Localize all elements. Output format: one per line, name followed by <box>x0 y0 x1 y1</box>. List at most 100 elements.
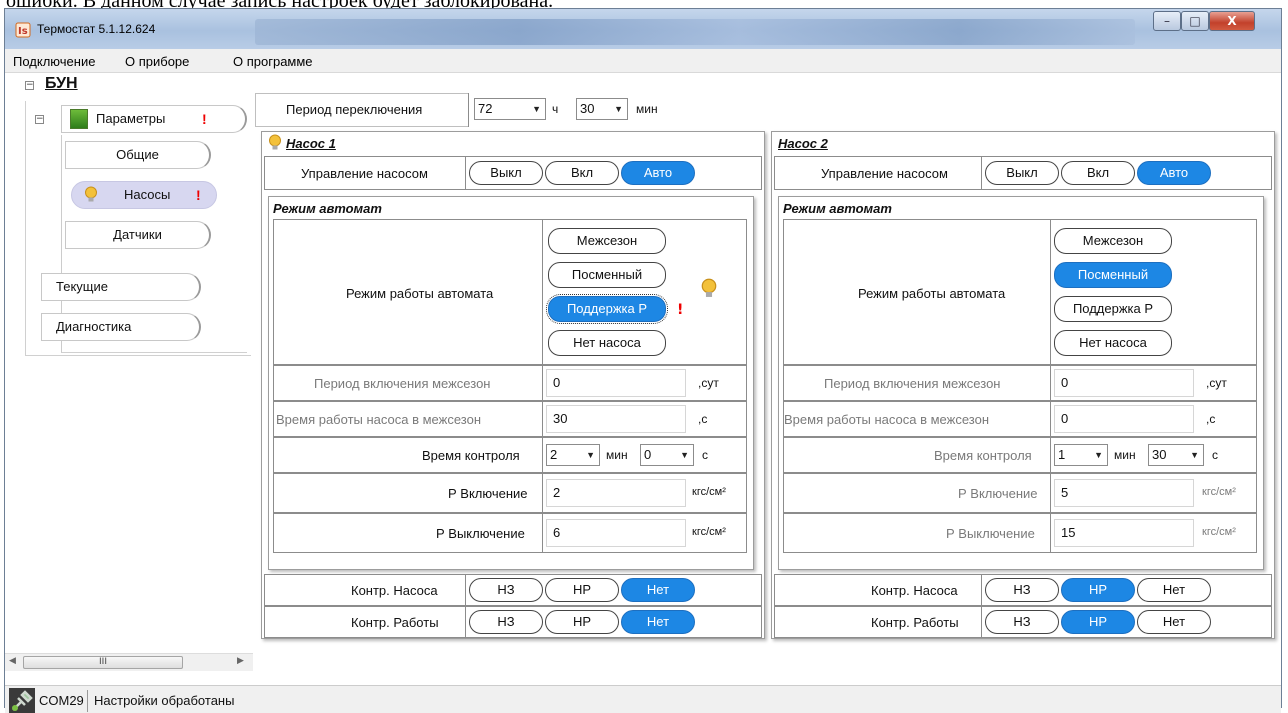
title-bar[interactable]: Is Термостат 5.1.12.624 – □ X <box>5 9 1281 49</box>
menu-bar: Подключение О приборе О программе <box>5 49 1281 73</box>
pumps-error-mark: ! <box>196 187 201 203</box>
pump2-control-time-min-select[interactable]: 1 ▼ <box>1054 444 1108 466</box>
pump1-contr-pump-no[interactable]: НР <box>545 578 619 602</box>
pump2-control-time-sec-select[interactable]: 30 ▼ <box>1148 444 1204 466</box>
navigation-tree: − БУН − Параметры ! Общие Насосы ! Датчи… <box>5 73 253 653</box>
tree-item-general[interactable]: Общие <box>65 141 211 169</box>
status-message: Настройки обработаны <box>94 693 235 708</box>
pump2-control-on[interactable]: Вкл <box>1061 161 1135 185</box>
status-port: COM29 <box>39 693 84 708</box>
tree-item-current[interactable]: Текущие <box>41 273 201 301</box>
pump2-contr-pump-none[interactable]: Нет <box>1137 578 1211 602</box>
pump2-contr-pump-no[interactable]: НР <box>1061 578 1135 602</box>
pump1-auto-group: Режим автомат Режим работы автомата Межс… <box>268 196 754 570</box>
pump1-runtime-input[interactable]: 30 <box>546 405 686 433</box>
thermostat-app-icon: Is <box>15 22 31 38</box>
pump1-contr-pump-none[interactable]: Нет <box>621 578 695 602</box>
pump1-period-row: Период включения межсезон 0 ,сут <box>273 365 747 401</box>
pump1-contr-work-no[interactable]: НР <box>545 610 619 634</box>
scroll-right-arrow-icon[interactable]: ▶ <box>237 656 244 666</box>
tree-item-pumps[interactable]: Насосы ! <box>71 181 217 209</box>
pump2-control-off[interactable]: Выкл <box>985 161 1059 185</box>
tree-item-diagnostics[interactable]: Диагностика <box>41 313 201 341</box>
pump2-p-on-row: Р Включение 5 кгс/см² <box>783 473 1257 513</box>
pump1-mode-error-mark: ! <box>677 302 684 318</box>
pump1-contr-work-none[interactable]: Нет <box>621 610 695 634</box>
pump1-group: Насос 1 Управление насосом Выкл Вкл Авто… <box>261 131 765 639</box>
switch-period-hours-select[interactable]: 72 ▼ <box>474 98 546 120</box>
pump1-contr-work-row: Контр. Работы НЗ НР Нет <box>264 606 762 638</box>
pump1-mode-row: Режим работы автомата Межсезон Посменный… <box>273 219 747 365</box>
pump1-mode-no-pump[interactable]: Нет насоса <box>548 330 666 356</box>
scroll-left-arrow-icon[interactable]: ◀ <box>9 656 16 666</box>
connection-plug-icon <box>9 688 35 713</box>
status-bar: COM29 Настройки обработаны <box>5 685 1281 713</box>
pump2-runtime-input[interactable]: 0 <box>1054 405 1194 433</box>
pump2-title: Насос 2 <box>778 136 828 151</box>
pump1-p-off-input[interactable]: 6 <box>546 519 686 547</box>
pump2-mode-shift[interactable]: Посменный <box>1054 262 1172 288</box>
tree-collapse-root-icon[interactable]: − <box>25 81 34 90</box>
pump2-auto-group: Режим автомат Режим работы автомата Межс… <box>778 196 1264 570</box>
pump1-control-time-row: Время контроля 2 ▼ мин 0 ▼ с <box>273 437 747 473</box>
tree-horizontal-scrollbar[interactable]: ◀ III ▶ <box>5 653 253 671</box>
pump2-contr-pump-row: Контр. Насоса НЗ НР Нет <box>774 574 1272 606</box>
tree-item-sensors[interactable]: Датчики <box>65 221 211 249</box>
pump2-control-auto[interactable]: Авто <box>1137 161 1211 185</box>
tree-collapse-params-icon[interactable]: − <box>35 115 44 124</box>
pump2-contr-work-nc[interactable]: НЗ <box>985 610 1059 634</box>
menu-connection[interactable]: Подключение <box>13 54 95 69</box>
pump2-contr-work-row: Контр. Работы НЗ НР Нет <box>774 606 1272 638</box>
pump2-mode-pressure-support[interactable]: Поддержка Р <box>1054 296 1172 322</box>
minimize-button[interactable]: – <box>1153 11 1181 31</box>
maximize-button[interactable]: □ <box>1181 11 1209 31</box>
pump1-p-on-row: Р Включение 2 кгс/см² <box>273 473 747 513</box>
pump2-contr-pump-nc[interactable]: НЗ <box>985 578 1059 602</box>
pump2-control-row: Управление насосом Выкл Вкл Авто <box>774 156 1272 190</box>
pump2-period-row: Период включения межсезон 0 ,сут <box>783 365 1257 401</box>
pump2-period-input[interactable]: 0 <box>1054 369 1194 397</box>
pump1-period-input[interactable]: 0 <box>546 369 686 397</box>
close-button[interactable]: X <box>1209 11 1255 31</box>
client-area: − БУН − Параметры ! Общие Насосы ! Датчи… <box>5 73 1281 713</box>
menu-about-program[interactable]: О программе <box>233 54 313 69</box>
pump1-control-time-min-select[interactable]: 2 ▼ <box>546 444 600 466</box>
pump1-runtime-row: Время работы насоса в межсезон 30 ,с <box>273 401 747 437</box>
pump1-mode-shift[interactable]: Посменный <box>548 262 666 288</box>
pump1-mode-pressure-support[interactable]: Поддержка Р <box>546 294 668 324</box>
pump2-group: Насос 2 Управление насосом Выкл Вкл Авто… <box>771 131 1275 639</box>
scrollbar-thumb[interactable]: III <box>23 656 183 669</box>
tree-item-parameters[interactable]: Параметры ! <box>61 105 247 133</box>
window-title: Термостат 5.1.12.624 <box>37 22 156 36</box>
pump2-auto-title: Режим автомат <box>783 201 892 216</box>
bulb-icon <box>85 186 97 202</box>
pump1-bulb-icon <box>269 134 281 150</box>
pump1-title: Насос 1 <box>286 136 336 151</box>
svg-text:Is: Is <box>18 26 28 37</box>
pump1-p-on-input[interactable]: 2 <box>546 479 686 507</box>
pump2-p-on-input[interactable]: 5 <box>1054 479 1194 507</box>
pump1-contr-work-nc[interactable]: НЗ <box>469 610 543 634</box>
pump2-mode-no-pump[interactable]: Нет насоса <box>1054 330 1172 356</box>
pump1-contr-pump-nc[interactable]: НЗ <box>469 578 543 602</box>
pump2-p-off-row: Р Выключение 15 кгс/см² <box>783 513 1257 553</box>
pump1-control-off[interactable]: Выкл <box>469 161 543 185</box>
menu-about-device[interactable]: О приборе <box>125 54 189 69</box>
pump1-p-off-row: Р Выключение 6 кгс/см² <box>273 513 747 553</box>
parameters-icon <box>70 109 88 129</box>
switch-period-minutes-select[interactable]: 30 ▼ <box>576 98 628 120</box>
pump2-contr-work-none[interactable]: Нет <box>1137 610 1211 634</box>
pump1-contr-pump-row: Контр. Насоса НЗ НР Нет <box>264 574 762 606</box>
tree-root-label[interactable]: БУН <box>45 75 78 93</box>
pump2-p-off-input[interactable]: 15 <box>1054 519 1194 547</box>
pump1-auto-title: Режим автомат <box>273 201 382 216</box>
app-window: Is Термостат 5.1.12.624 – □ X Подключени… <box>4 8 1282 713</box>
pump2-control-time-row: Время контроля 1 ▼ мин 30 ▼ с <box>783 437 1257 473</box>
pump2-mode-interseason[interactable]: Межсезон <box>1054 228 1172 254</box>
pump1-control-time-sec-select[interactable]: 0 ▼ <box>640 444 694 466</box>
pump1-mode-interseason[interactable]: Межсезон <box>548 228 666 254</box>
pump1-control-on[interactable]: Вкл <box>545 161 619 185</box>
switch-period-row: Период переключения 72 ▼ ч 30 ▼ мин <box>255 93 766 127</box>
pump2-contr-work-no[interactable]: НР <box>1061 610 1135 634</box>
pump1-control-auto[interactable]: Авто <box>621 161 695 185</box>
